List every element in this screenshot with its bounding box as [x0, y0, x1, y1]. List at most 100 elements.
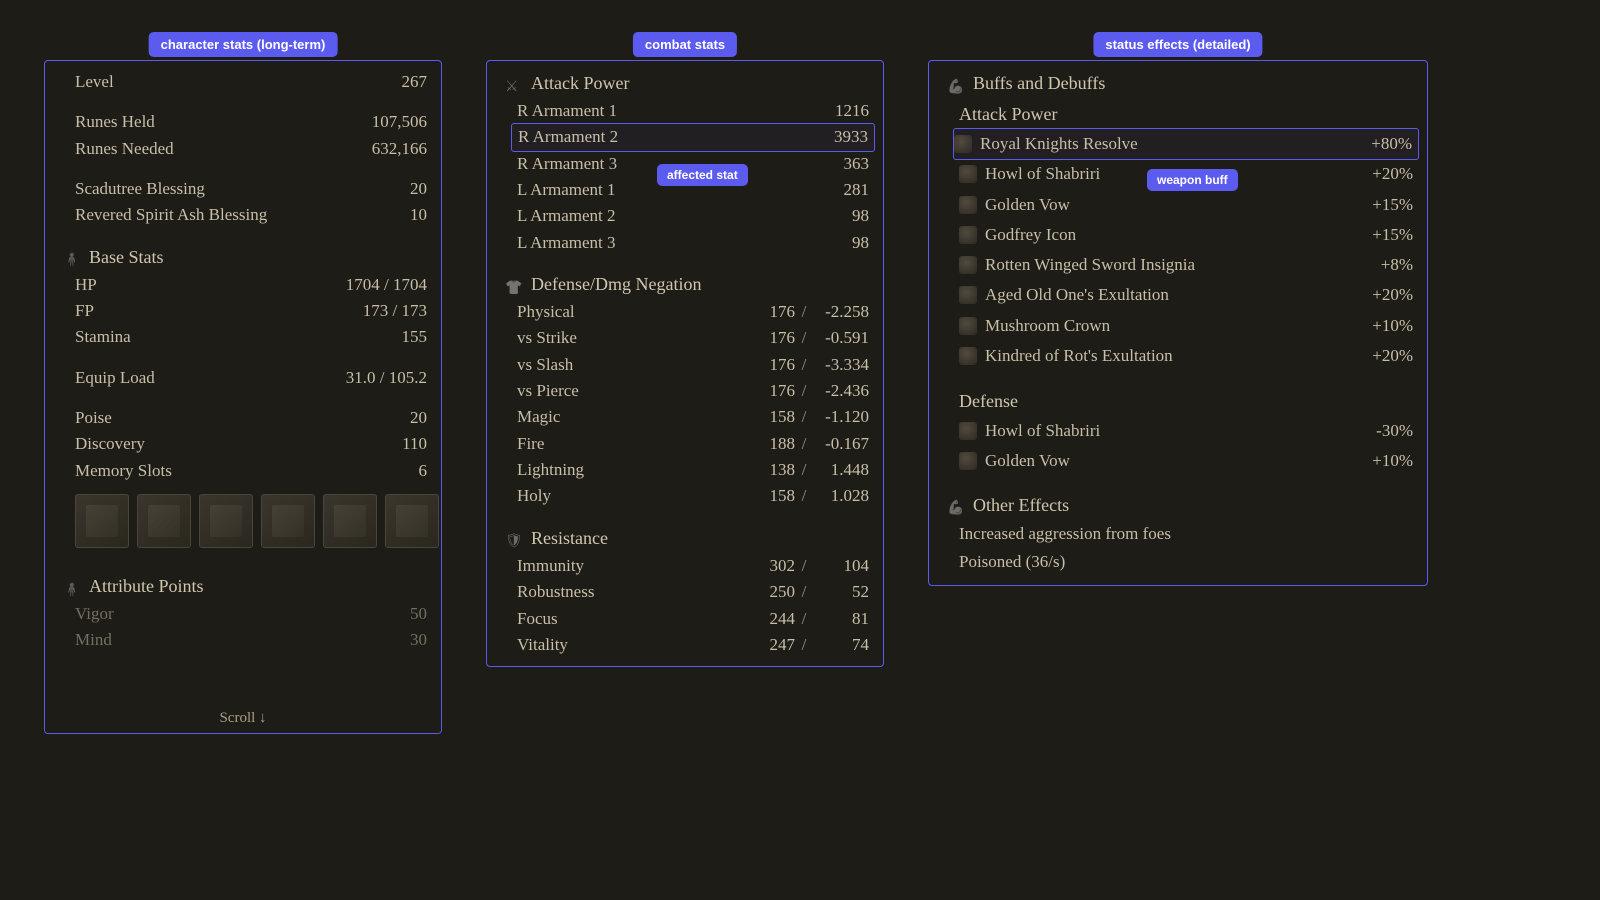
stat-row: L Armament 398	[517, 230, 869, 256]
stat-value-2: 1.448	[813, 457, 869, 483]
buff-label: Rotten Winged Sword Insignia	[985, 250, 1373, 280]
buff-icon	[959, 165, 977, 183]
buff-row: Godfrey Icon+15%	[959, 220, 1413, 250]
stat-value-2: 52	[813, 579, 869, 605]
shield-icon	[505, 529, 523, 547]
memory-slot[interactable]	[199, 494, 253, 548]
stat-value: 107,506	[372, 109, 427, 135]
stat-row: Vigor50	[75, 601, 427, 627]
stat-row: Holy158/1.028	[517, 483, 869, 509]
stat-value: 281	[844, 177, 870, 203]
stat-value: 20	[410, 405, 427, 431]
stat-value: 267	[402, 69, 428, 95]
stat-value: 110	[402, 431, 427, 457]
stat-value-2: -0.591	[813, 325, 869, 351]
separator: /	[795, 553, 813, 579]
stat-row: R Armament 11216	[517, 98, 869, 124]
stat-value-1: 188	[735, 431, 795, 457]
stat-label: Focus	[517, 606, 735, 632]
stat-label: FP	[75, 298, 363, 324]
stat-label: L Armament 2	[517, 203, 852, 229]
stat-value-2: 81	[813, 606, 869, 632]
stat-row: Equip Load31.0 / 105.2	[75, 365, 427, 391]
memory-slot[interactable]	[261, 494, 315, 548]
stat-value-2: -2.258	[813, 299, 869, 325]
stat-value: 1216	[835, 98, 869, 124]
buff-value: +20%	[1372, 341, 1413, 371]
buff-label: Kindred of Rot's Exultation	[985, 341, 1364, 371]
separator: /	[795, 632, 813, 658]
stat-label: Physical	[517, 299, 735, 325]
stat-row: Lightning138/1.448	[517, 457, 869, 483]
separator: /	[795, 325, 813, 351]
stat-row: Revered Spirit Ash Blessing10	[75, 202, 427, 228]
stat-value: 173 / 173	[363, 298, 427, 324]
buff-label: Aged Old One's Exultation	[985, 280, 1364, 310]
stat-row: Robustness250/52	[517, 579, 869, 605]
stat-label: Mind	[75, 627, 410, 653]
buffs-debuffs-header: Buffs and Debuffs	[929, 69, 1427, 98]
separator: /	[795, 483, 813, 509]
stat-value: 98	[852, 203, 869, 229]
stat-label: Lightning	[517, 457, 735, 483]
stat-row: vs Strike176/-0.591	[517, 325, 869, 351]
stat-value: 3933	[834, 124, 868, 150]
other-effect: Poisoned (36/s)	[929, 548, 1427, 577]
stat-label: Fire	[517, 431, 735, 457]
stat-value-1: 244	[735, 606, 795, 632]
memory-slot[interactable]	[75, 494, 129, 548]
stat-value: 6	[419, 458, 428, 484]
buff-row: Kindred of Rot's Exultation +20%	[959, 341, 1413, 371]
defense-header: Defense/Dmg Negation	[487, 270, 883, 299]
status-effects-panel: status effects (detailed) Buffs and Debu…	[928, 60, 1428, 734]
stat-value-2: -0.167	[813, 431, 869, 457]
stat-row: Fire188/-0.167	[517, 431, 869, 457]
buff-value: +20%	[1372, 280, 1413, 310]
stat-row: Runes Held107,506	[75, 109, 427, 135]
buff-row: Howl of Shabriri -30%	[959, 416, 1413, 446]
memory-slot[interactable]	[323, 494, 377, 548]
separator: /	[795, 431, 813, 457]
stat-label: Poise	[75, 405, 410, 431]
flex-icon	[947, 496, 965, 514]
memory-slot[interactable]	[385, 494, 439, 548]
combat-stats-panel: combat stats Attack Power R Armament 112…	[486, 60, 884, 734]
stat-label: Vigor	[75, 601, 410, 627]
stat-label: R Armament 1	[517, 98, 835, 124]
separator: /	[795, 579, 813, 605]
stat-value-2: 74	[813, 632, 869, 658]
stat-label: Runes Needed	[75, 136, 372, 162]
buff-row: Rotten Winged Sword Insignia+8%	[959, 250, 1413, 280]
affected-stat-tag: affected stat	[657, 164, 748, 186]
stat-value: 20	[410, 176, 427, 202]
buff-row: Royal Knights Resolve+80%	[953, 128, 1419, 160]
stat-value-2: -2.436	[813, 378, 869, 404]
buff-row: Golden Vow+10%	[959, 446, 1413, 476]
buff-label: Mushroom Crown	[985, 311, 1364, 341]
stat-row: Memory Slots6	[75, 458, 427, 484]
base-stats-header: Base Stats	[45, 243, 441, 272]
stat-label: vs Strike	[517, 325, 735, 351]
separator: /	[795, 404, 813, 430]
stat-label: Holy	[517, 483, 735, 509]
stat-row: Immunity302/104	[517, 553, 869, 579]
stat-row: Discovery110	[75, 431, 427, 457]
stat-value-1: 302	[735, 553, 795, 579]
scroll-hint: Scroll ↓	[219, 710, 266, 727]
buff-label: Royal Knights Resolve	[980, 129, 1363, 159]
buff-value: -30%	[1376, 416, 1413, 446]
memory-slot[interactable]	[137, 494, 191, 548]
buff-value: +10%	[1372, 311, 1413, 341]
panel-tag-combat: combat stats	[633, 32, 737, 57]
stat-row: R Armament 23933	[511, 123, 875, 151]
buff-label: Howl of Shabriri	[985, 416, 1368, 446]
stat-label: Scadutree Blessing	[75, 176, 410, 202]
character-stats-panel: character stats (long-term) Level267 Run…	[44, 60, 442, 734]
buff-icon	[959, 347, 977, 365]
stat-label: L Armament 3	[517, 230, 852, 256]
stat-label: Immunity	[517, 553, 735, 579]
buff-icon	[954, 135, 972, 153]
buff-label: Godfrey Icon	[985, 220, 1364, 250]
stat-value: 31.0 / 105.2	[346, 365, 427, 391]
stat-value: 155	[402, 324, 428, 350]
